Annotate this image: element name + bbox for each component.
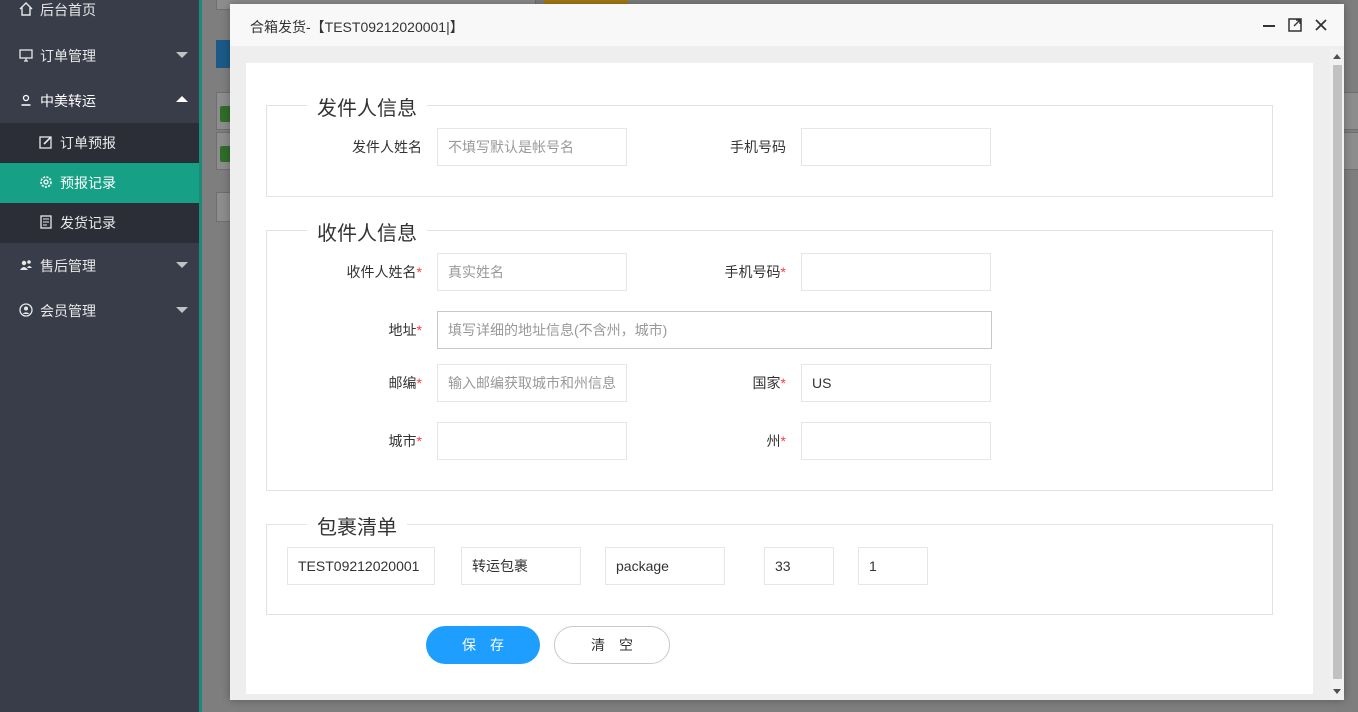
- package-legend: 包裹清单: [307, 511, 407, 540]
- sender-phone-input[interactable]: [801, 128, 991, 166]
- document-icon: [38, 214, 54, 232]
- receiver-phone-label: 手机号码*: [724, 264, 786, 280]
- scroll-up-icon[interactable]: [1333, 54, 1341, 59]
- modal-body: 发件人信息 发件人姓名 手机号码 收件人信息 收件人姓名* 手机号码* 地址* …: [230, 47, 1344, 700]
- scroll-thumb[interactable]: [1333, 65, 1342, 679]
- clear-button[interactable]: 清空: [554, 626, 670, 664]
- sidebar-submenu: 订单预报 预报记录 发货记录: [0, 123, 200, 243]
- required-mark: *: [780, 375, 786, 391]
- country-label: 国家*: [752, 375, 786, 391]
- user-icon: [18, 94, 34, 109]
- sidebar-item-orders[interactable]: 订单管理: [0, 36, 200, 76]
- package-name-input[interactable]: [605, 547, 725, 585]
- close-icon[interactable]: [1312, 16, 1330, 34]
- package-type-input[interactable]: [461, 547, 581, 585]
- sidebar-item-shipping-records[interactable]: 发货记录: [0, 203, 200, 243]
- required-mark: *: [780, 264, 786, 280]
- city-label: 城市*: [388, 433, 422, 449]
- scroll-down-icon[interactable]: [1333, 689, 1341, 694]
- sidebar-item-forecast[interactable]: 订单预报: [0, 123, 200, 163]
- minimize-icon[interactable]: [1260, 16, 1278, 34]
- ship-modal: 合箱发货-【TEST09212020001|】 发件人信息 发件人姓名 手机号码…: [230, 4, 1344, 700]
- zip-label: 邮编*: [388, 375, 422, 391]
- sidebar-item-label: 会员管理: [40, 303, 96, 319]
- sender-name-label: 发件人姓名: [352, 139, 422, 155]
- group-icon: [18, 258, 34, 275]
- receiver-name-input[interactable]: [437, 253, 627, 291]
- member-icon: [18, 302, 34, 320]
- required-mark: *: [416, 322, 422, 338]
- sidebar-item-aftersales[interactable]: 售后管理: [0, 246, 200, 286]
- sender-legend: 发件人信息: [307, 92, 427, 121]
- required-mark: *: [780, 433, 786, 449]
- required-mark: *: [416, 375, 422, 391]
- chevron-down-icon: [176, 307, 188, 313]
- ship-form: 发件人信息 发件人姓名 手机号码 收件人信息 收件人姓名* 手机号码* 地址* …: [246, 63, 1313, 694]
- sender-phone-label: 手机号码: [730, 139, 786, 155]
- gear-icon: [38, 175, 54, 192]
- state-label: 州*: [766, 433, 786, 449]
- modal-scrollbar[interactable]: [1330, 49, 1344, 700]
- sidebar-item-transit[interactable]: 中美转运: [0, 81, 200, 121]
- sidebar-item-label: 预报记录: [60, 175, 116, 191]
- sender-name-input[interactable]: [437, 128, 627, 166]
- receiver-phone-input[interactable]: [801, 253, 991, 291]
- sidebar-item-forecast-records[interactable]: 预报记录: [0, 163, 200, 203]
- chevron-down-icon: [176, 52, 188, 58]
- receiver-legend: 收件人信息: [307, 217, 427, 246]
- package-tracking-input[interactable]: [287, 547, 435, 585]
- package-qty-input[interactable]: [858, 547, 928, 585]
- sidebar: 后台首页 订单管理 中美转运 订单预报 预报记录 发货记录 售后管理 会员管理: [0, 0, 200, 712]
- save-button[interactable]: 保存: [426, 626, 540, 664]
- sidebar-item-label: 订单管理: [40, 48, 96, 64]
- required-mark: *: [416, 264, 422, 280]
- sidebar-item-label: 订单预报: [60, 135, 116, 151]
- edit-icon: [38, 135, 54, 152]
- address-label: 地址*: [388, 322, 422, 338]
- home-icon: [18, 1, 34, 19]
- sidebar-item-label: 中美转运: [40, 93, 96, 109]
- country-input[interactable]: [801, 364, 991, 402]
- sidebar-item-label: 售后管理: [40, 258, 96, 274]
- sidebar-item-members[interactable]: 会员管理: [0, 291, 200, 331]
- required-mark: *: [416, 433, 422, 449]
- package-weight-input[interactable]: [764, 547, 834, 585]
- modal-title: 合箱发货-【TEST09212020001|】: [250, 19, 464, 35]
- maximize-icon[interactable]: [1286, 16, 1304, 34]
- modal-header: 合箱发货-【TEST09212020001|】: [230, 4, 1344, 47]
- city-input[interactable]: [437, 422, 627, 460]
- chevron-up-icon: [176, 96, 188, 102]
- sidebar-item-label: 发货记录: [60, 215, 116, 231]
- state-input[interactable]: [801, 422, 991, 460]
- address-input[interactable]: [437, 311, 992, 349]
- monitor-icon: [18, 48, 34, 65]
- sidebar-item-home[interactable]: 后台首页: [0, 0, 200, 30]
- chevron-down-icon: [176, 262, 188, 268]
- zip-input[interactable]: [437, 364, 627, 402]
- sidebar-item-label: 后台首页: [40, 2, 96, 18]
- receiver-name-label: 收件人姓名*: [346, 264, 422, 280]
